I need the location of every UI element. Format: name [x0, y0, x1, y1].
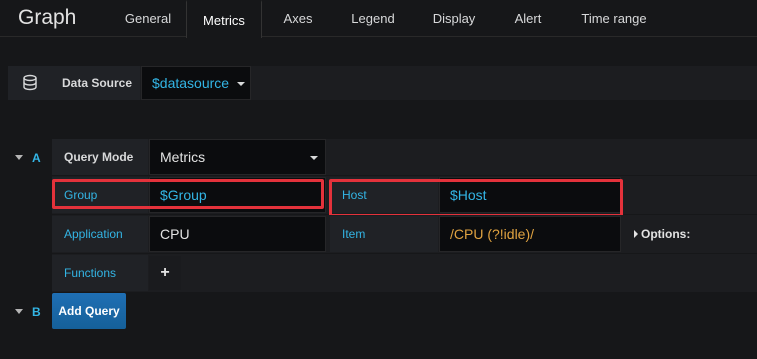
tab-display[interactable]: Display: [420, 0, 488, 37]
add-function-button[interactable]: +: [149, 256, 181, 290]
options-label: Options:: [641, 227, 691, 241]
chevron-down-icon: [237, 82, 245, 86]
database-icon-cell: [8, 66, 52, 100]
functions-label: Functions: [52, 255, 148, 291]
item-value: /CPU (?!idle)/: [450, 226, 535, 242]
query-b-letter[interactable]: B: [32, 305, 41, 319]
panel-header: Graph General Metrics Axes Legend Displa…: [0, 0, 757, 38]
panel-title: Graph: [18, 6, 77, 29]
application-label: Application: [52, 216, 148, 252]
chevron-down-icon: [310, 156, 318, 160]
application-value: CPU: [160, 226, 190, 242]
group-highlight-box: [52, 179, 324, 209]
collapse-query-b-icon[interactable]: [15, 309, 23, 314]
datasource-value: $datasource: [152, 75, 230, 91]
datasource-label: Data Source: [52, 66, 140, 100]
application-input[interactable]: CPU: [149, 216, 326, 252]
options-toggle[interactable]: Options:: [634, 216, 724, 252]
tab-alert[interactable]: Alert: [502, 0, 554, 37]
datasource-select[interactable]: $datasource: [141, 66, 251, 100]
tab-axes[interactable]: Axes: [272, 0, 324, 37]
query-mode-select[interactable]: Metrics: [149, 139, 326, 175]
query-a-letter[interactable]: A: [32, 151, 41, 165]
tab-general[interactable]: General: [106, 0, 190, 37]
tab-time-range[interactable]: Time range: [569, 0, 659, 37]
collapse-query-a-icon[interactable]: [15, 155, 23, 160]
tab-metrics[interactable]: Metrics: [186, 0, 262, 38]
item-label: Item: [330, 216, 438, 252]
tab-legend[interactable]: Legend: [340, 0, 406, 37]
query-mode-value: Metrics: [160, 149, 206, 165]
host-highlight-box: [329, 179, 623, 217]
add-query-button[interactable]: Add Query: [52, 293, 126, 329]
item-input[interactable]: /CPU (?!idle)/: [439, 216, 621, 252]
database-icon: [23, 74, 37, 91]
query-mode-label: Query Mode: [52, 139, 148, 175]
caret-right-icon: [634, 229, 638, 238]
